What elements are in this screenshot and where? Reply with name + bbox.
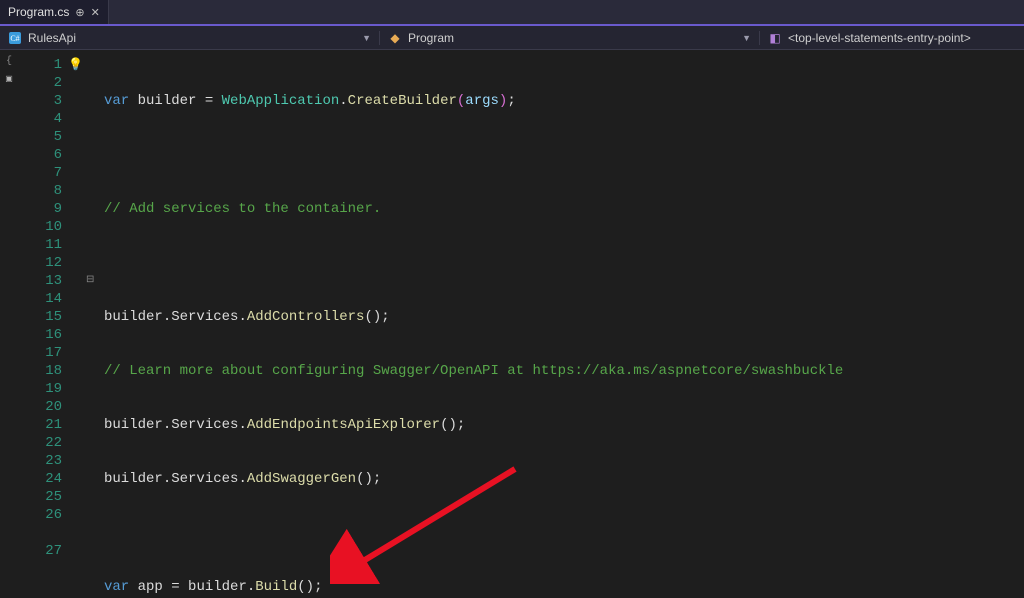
fold-margin: ⊟ <box>86 50 100 598</box>
chevron-down-icon: ▼ <box>362 33 371 43</box>
lightbulb-icon[interactable]: 💡 <box>68 56 86 74</box>
hint-margin: 💡 <box>68 50 86 598</box>
line-number: 1 <box>18 56 62 74</box>
code-area[interactable]: var builder = WebApplication.CreateBuild… <box>100 50 1024 598</box>
tab-title: Program.cs <box>8 5 69 19</box>
editor-tab[interactable]: Program.cs ⊕ ✕ <box>0 0 109 24</box>
nav-member[interactable]: ◧ <top-level-statements-entry-point> <box>760 31 1024 45</box>
nav-project[interactable]: C# RulesApi ▼ <box>0 31 380 45</box>
class-icon: ◆ <box>388 31 402 45</box>
method-icon: ◧ <box>768 31 782 45</box>
nav-project-label: RulesApi <box>28 31 76 45</box>
svg-text:C#: C# <box>10 34 19 43</box>
outline-margin: { ▣ <box>0 50 18 598</box>
fold-toggle-icon[interactable]: ⊟ <box>86 272 100 290</box>
pin-icon[interactable]: ⊕ <box>75 6 84 19</box>
csharp-project-icon: C# <box>8 31 22 45</box>
nav-type-label: Program <box>408 31 454 45</box>
line-number-gutter: 1 2 3 4 5 6 7 8 9 10 11 12 13 14 15 16 1… <box>18 50 68 598</box>
nav-member-label: <top-level-statements-entry-point> <box>788 31 971 45</box>
chevron-down-icon: ▼ <box>742 33 751 43</box>
tab-bar: Program.cs ⊕ ✕ <box>0 0 1024 26</box>
code-editor[interactable]: { ▣ 1 2 3 4 5 6 7 8 9 10 11 12 13 14 15 … <box>0 50 1024 598</box>
close-icon[interactable]: ✕ <box>91 6 100 19</box>
nav-bar: C# RulesApi ▼ ◆ Program ▼ ◧ <top-level-s… <box>0 26 1024 50</box>
nav-type[interactable]: ◆ Program ▼ <box>380 31 760 45</box>
